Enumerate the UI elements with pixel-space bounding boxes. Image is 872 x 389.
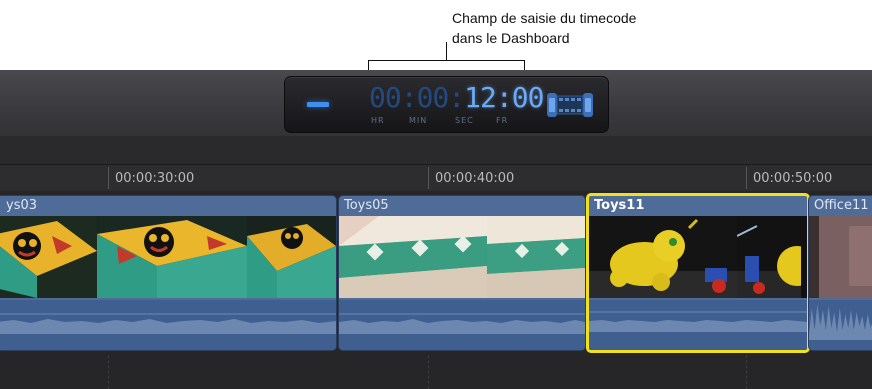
ruler-label: 00:00:40:00	[435, 171, 515, 186]
timeline-guide	[108, 355, 109, 389]
timecode-callout-label: Champ de saisie du timecode dans le Dash…	[452, 8, 636, 48]
thumbnail-toy-duck	[589, 216, 737, 298]
clip-filmstrip	[339, 216, 585, 298]
ruler-label: 00:00:30:00	[115, 171, 195, 186]
unit-label-hr: HR	[371, 116, 385, 125]
timecode-frames: 00	[511, 81, 545, 114]
callout-line-1: Champ de saisie du timecode	[452, 10, 637, 26]
clip-name: Toys11	[594, 198, 645, 213]
thumbnail-office	[809, 216, 872, 298]
timeline-guide	[428, 355, 429, 389]
ruler-tick	[108, 167, 109, 189]
thumbnail-toy-box	[487, 216, 585, 298]
callout-bracket	[368, 60, 525, 70]
timeline-guide	[746, 355, 747, 389]
timecode-minutes: 00	[416, 81, 450, 114]
ruler-tick	[746, 167, 747, 189]
audio-waveform	[809, 300, 872, 350]
timeline-ruler[interactable]: 00:00:30:00 00:00:40:00 00:00:50:00	[0, 165, 872, 191]
thumbnail-toy-box	[0, 216, 97, 298]
clip-filmstrip	[0, 216, 336, 298]
timecode-separator: :	[495, 81, 513, 114]
timecode-seconds: 12	[464, 81, 497, 114]
clip-name: ys03	[6, 198, 38, 213]
audio-waveform	[339, 300, 585, 350]
unit-label-min: MIN	[409, 116, 428, 125]
clip-filmstrip	[809, 216, 872, 298]
timecode-hours: 00	[369, 81, 402, 114]
ruler-label: 00:00:50:00	[753, 171, 833, 186]
timecode-separator: :	[400, 81, 418, 114]
timecode-field[interactable]: 00 : 00 : 12 : 00	[369, 81, 545, 114]
dashboard: 00 : 00 : 12 : 00 HR MIN SEC FR	[284, 76, 609, 133]
filmstrip-icon[interactable]	[547, 91, 593, 119]
minus-operator-icon[interactable]	[307, 102, 329, 107]
timecode-separator: :	[448, 81, 465, 114]
ruler-tick	[428, 167, 429, 189]
clip-filmstrip	[589, 216, 807, 298]
thumbnail-toy-box	[339, 216, 487, 298]
unit-label-fr: FR	[496, 116, 509, 125]
clip-office11[interactable]: Office11	[808, 195, 872, 351]
toolbar: 00 : 00 : 12 : 00 HR MIN SEC FR	[0, 70, 872, 137]
audio-waveform	[589, 300, 807, 350]
clip-name: Office11	[814, 198, 869, 213]
clip-toys05[interactable]: Toys05	[338, 195, 586, 351]
audio-waveform	[0, 300, 336, 350]
timeline-header-bar	[0, 136, 872, 165]
thumbnail-toy-duck	[737, 216, 801, 298]
clip-toys03[interactable]: ys03	[0, 195, 337, 351]
unit-label-sec: SEC	[455, 116, 474, 125]
clip-name: Toys05	[344, 198, 389, 213]
final-cut-timeline-window: 00 : 00 : 12 : 00 HR MIN SEC FR 00:00:30…	[0, 70, 872, 389]
callout-leader-line	[446, 42, 447, 61]
thumbnail-toy-box	[247, 216, 336, 298]
clip-toys11-selected[interactable]: Toys11	[586, 193, 810, 353]
callout-line-2: dans le Dashboard	[452, 30, 570, 46]
thumbnail-toy-box	[97, 216, 247, 298]
